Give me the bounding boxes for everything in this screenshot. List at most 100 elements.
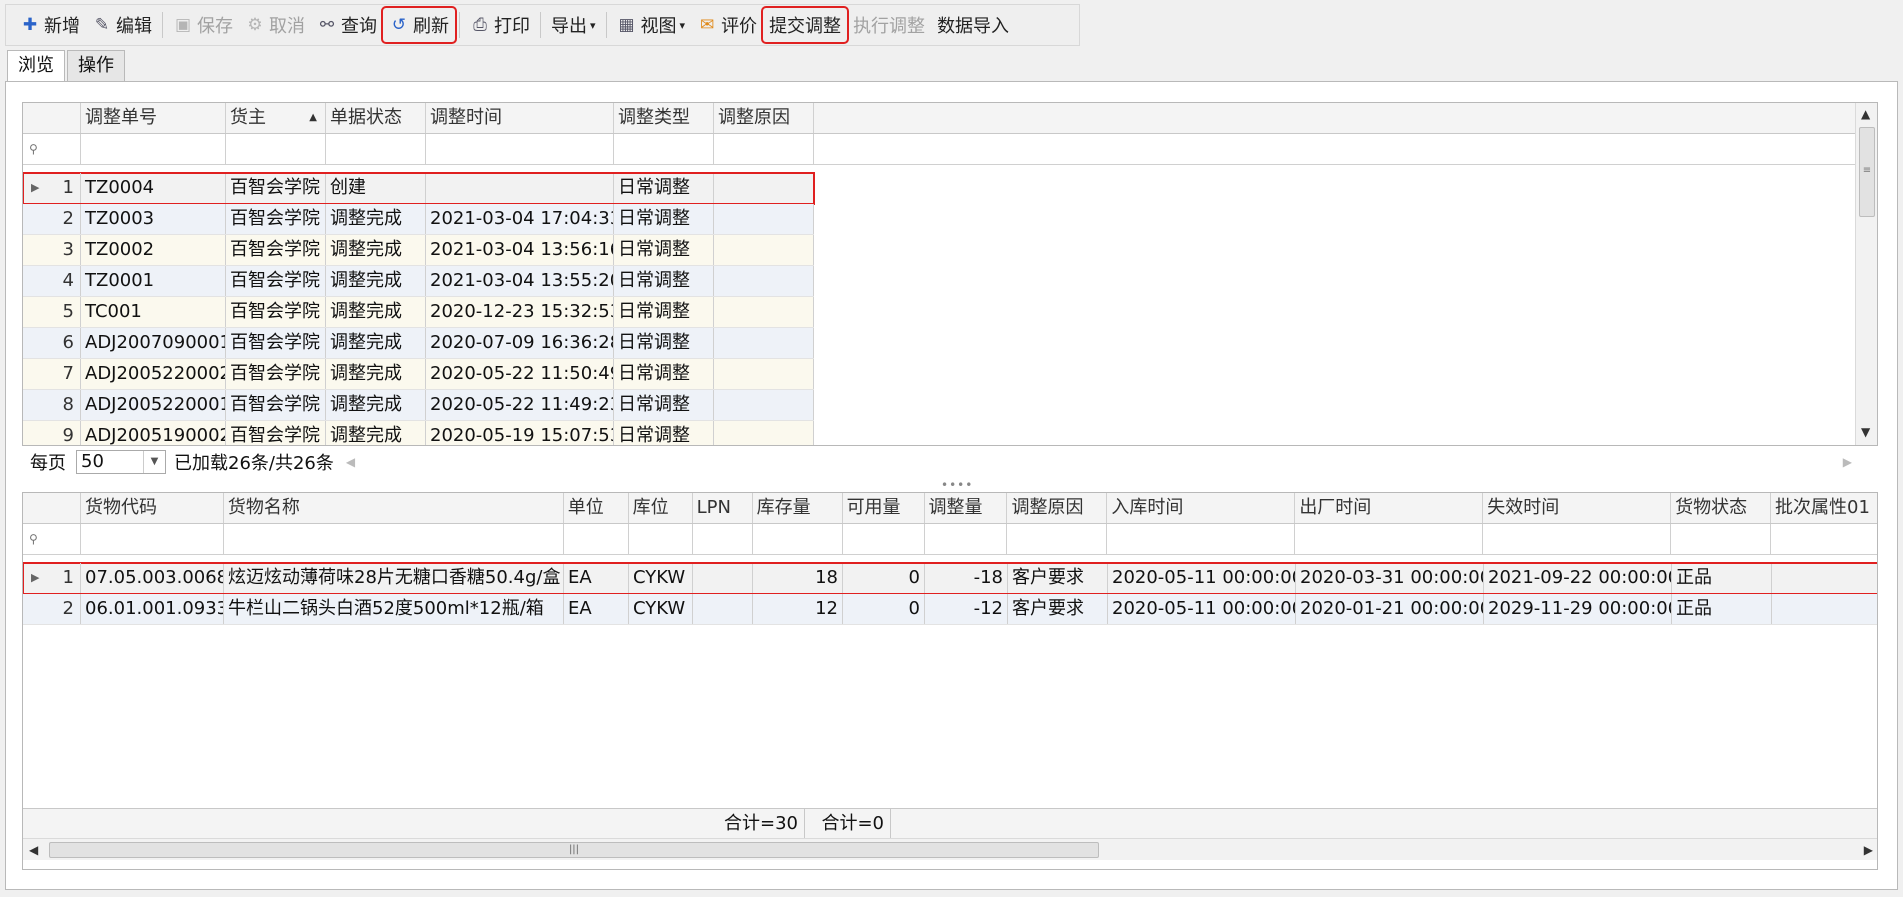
filter-cell[interactable] xyxy=(629,524,693,554)
tab-operation[interactable]: 操作 xyxy=(67,50,125,81)
column-header[interactable]: 货物状态 xyxy=(1671,493,1772,523)
table-cell[interactable]: ADJ2005190002 xyxy=(81,421,226,445)
scroll-up-icon[interactable]: ▲ xyxy=(1861,107,1870,121)
table-cell[interactable] xyxy=(714,173,814,203)
table-cell[interactable]: TZ0004 xyxy=(81,173,226,203)
filter-cell[interactable] xyxy=(224,524,564,554)
page-size-select[interactable]: 50 ▼ xyxy=(76,449,166,474)
scroll-thumb[interactable]: ||| xyxy=(49,842,1099,858)
filter-cell[interactable] xyxy=(693,524,753,554)
table-cell[interactable]: 2021-03-04 13:56:16 xyxy=(426,235,614,265)
column-header[interactable]: 调整原因 xyxy=(1007,493,1108,523)
table-cell[interactable]: CYKW xyxy=(629,563,693,593)
table-cell[interactable]: 日常调整 xyxy=(614,204,714,234)
table-cell[interactable]: 调整完成 xyxy=(326,204,426,234)
filter-cell[interactable] xyxy=(326,134,426,164)
filter-cell[interactable] xyxy=(226,134,326,164)
table-cell[interactable] xyxy=(714,390,814,420)
filter-cell[interactable] xyxy=(753,524,843,554)
table-cell[interactable] xyxy=(714,235,814,265)
table-row[interactable]: 5 TC001 百智会学院 调整完成 2020-12-23 15:32:53 日常调整 xyxy=(23,297,814,328)
table-cell[interactable]: 0 xyxy=(843,594,925,624)
column-header[interactable]: 批次属性01 xyxy=(1771,493,1877,523)
table-cell[interactable]: 2021-03-04 13:55:20 xyxy=(426,266,614,296)
toolbar-button-8[interactable]: ▦ 视图 ▾ xyxy=(611,8,692,42)
filter-cell[interactable] xyxy=(1483,524,1672,554)
table-cell[interactable]: 2020-03-31 00:00:00 xyxy=(1296,563,1484,593)
column-header[interactable]: 可用量 xyxy=(843,493,925,523)
table-cell[interactable]: 调整完成 xyxy=(326,266,426,296)
table-cell[interactable] xyxy=(714,297,814,327)
column-header[interactable]: 调整单号 xyxy=(81,103,226,133)
toolbar-button-7[interactable]: 导出 ▾ xyxy=(545,8,602,42)
table-cell[interactable] xyxy=(714,328,814,358)
filter-cell[interactable] xyxy=(81,134,226,164)
table-cell[interactable]: EA xyxy=(564,594,629,624)
column-header[interactable]: 库位 xyxy=(629,493,693,523)
table-cell[interactable]: TZ0001 xyxy=(81,266,226,296)
column-header[interactable]: 单据状态 xyxy=(326,103,426,133)
filter-cell[interactable] xyxy=(1671,524,1772,554)
table-cell[interactable]: 正品 xyxy=(1672,594,1772,624)
table-row[interactable]: 6 ADJ2007090001 百智会学院 调整完成 2020-07-09 16:36:… xyxy=(23,328,814,359)
table-cell[interactable]: TC001 xyxy=(81,297,226,327)
table-cell[interactable]: 调整完成 xyxy=(326,390,426,420)
filter-cell[interactable] xyxy=(714,134,814,164)
table-cell[interactable]: 炫迈炫动薄荷味28片无糖口香糖50.4g/盒 xyxy=(224,563,564,593)
table-cell[interactable]: 客户要求 xyxy=(1008,563,1108,593)
table-cell[interactable]: 百智会学院 xyxy=(226,266,326,296)
vertical-scrollbar[interactable]: ▲ ≡ ▼ xyxy=(1855,103,1877,445)
table-cell[interactable]: 客户要求 xyxy=(1008,594,1108,624)
column-header[interactable]: 入库时间 xyxy=(1107,493,1296,523)
table-cell[interactable]: 正品 xyxy=(1672,563,1772,593)
table-cell[interactable]: 日常调整 xyxy=(614,328,714,358)
horizontal-scrollbar[interactable]: ◀ ||| ▶ xyxy=(23,838,1877,860)
table-cell[interactable]: 百智会学院 xyxy=(226,390,326,420)
toolbar-button-2[interactable]: ▣ 保存 xyxy=(167,8,239,42)
splitter-handle[interactable]: •••• xyxy=(941,478,973,492)
filter-cell[interactable] xyxy=(1107,524,1296,554)
toolbar-button-12[interactable]: 数据导入 xyxy=(931,8,1015,42)
table-cell[interactable]: 07.05.003.0068 xyxy=(81,563,224,593)
table-cell[interactable]: TZ0002 xyxy=(81,235,226,265)
table-cell[interactable]: 12 xyxy=(753,594,843,624)
table-cell[interactable]: 调整完成 xyxy=(326,421,426,445)
table-cell[interactable]: 2020-05-11 00:00:00 xyxy=(1108,563,1296,593)
toolbar-button-6[interactable]: ⎙ 打印 xyxy=(464,8,536,42)
table-cell[interactable]: CYKW xyxy=(629,594,693,624)
filter-row[interactable]: ⚲ xyxy=(23,134,1855,165)
scroll-down-icon[interactable]: ▼ xyxy=(1861,425,1870,439)
table-row[interactable]: 4 TZ0001 百智会学院 调整完成 2021-03-04 13:55:20 日常调整 xyxy=(23,266,814,297)
table-row[interactable]: ▶ 1 TZ0004 百智会学院 创建 日常调整 xyxy=(23,172,815,205)
table-cell[interactable]: 2020-05-11 00:00:00 xyxy=(1108,594,1296,624)
table-row[interactable]: 2 06.01.001.0933 牛栏山二锅头白酒52度500ml*12瓶/箱 EA C… xyxy=(23,594,1877,625)
filter-cell[interactable] xyxy=(1771,524,1877,554)
table-cell[interactable]: 日常调整 xyxy=(614,173,714,203)
column-header[interactable]: 失效时间 xyxy=(1483,493,1672,523)
scroll-thumb[interactable]: ≡ xyxy=(1859,127,1875,217)
table-cell[interactable]: 调整完成 xyxy=(326,359,426,389)
toolbar-button-4[interactable]: ⚯ 查询 xyxy=(311,8,383,42)
column-header[interactable]: 出厂时间 xyxy=(1295,493,1484,523)
table-cell[interactable] xyxy=(1772,563,1877,593)
filter-cell[interactable] xyxy=(426,134,614,164)
table-cell[interactable]: 18 xyxy=(753,563,843,593)
table-row[interactable]: 8 ADJ2005220001 百智会学院 调整完成 2020-05-22 11:49:… xyxy=(23,390,814,421)
table-cell[interactable]: -18 xyxy=(925,563,1008,593)
table-row[interactable]: ▶ 1 07.05.003.0068 炫迈炫动薄荷味28片无糖口香糖50.4g/盒 EA… xyxy=(23,562,1877,595)
chevron-down-icon[interactable]: ▼ xyxy=(143,450,165,473)
table-cell[interactable]: TZ0003 xyxy=(81,204,226,234)
table-cell[interactable]: 2020-05-19 15:07:53 xyxy=(426,421,614,445)
column-header[interactable]: 货物名称 xyxy=(224,493,564,523)
table-cell[interactable]: 2029-11-29 00:00:00 xyxy=(1484,594,1672,624)
filter-cell[interactable] xyxy=(564,524,629,554)
toolbar-button-5[interactable]: ↺ 刷新 xyxy=(381,6,457,44)
column-header[interactable]: 库存量 xyxy=(753,493,843,523)
table-cell[interactable]: 百智会学院 xyxy=(226,421,326,445)
table-cell[interactable]: -12 xyxy=(925,594,1008,624)
table-cell[interactable] xyxy=(714,421,814,445)
table-cell[interactable]: 创建 xyxy=(326,173,426,203)
scroll-right-icon[interactable]: ▶ xyxy=(1843,455,1852,469)
column-header[interactable]: 单位 xyxy=(564,493,629,523)
table-cell[interactable]: 日常调整 xyxy=(614,359,714,389)
